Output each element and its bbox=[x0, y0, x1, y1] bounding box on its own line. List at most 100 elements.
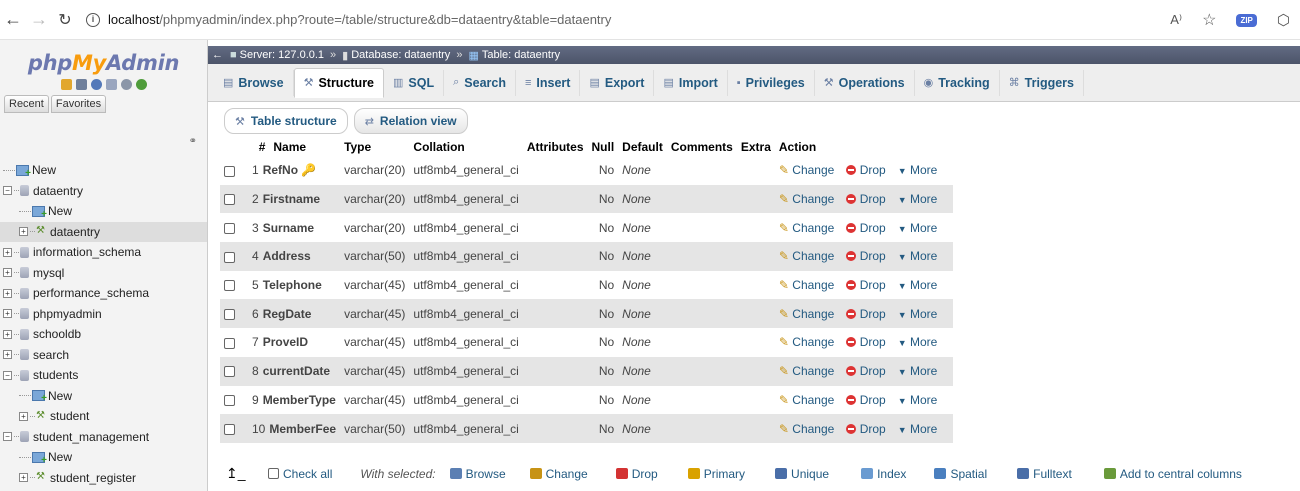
address-bar[interactable]: i localhost/phpmyadmin/index.php?route=/… bbox=[86, 12, 611, 27]
drop-link[interactable]: Drop bbox=[846, 192, 886, 206]
drop-link[interactable]: Drop bbox=[846, 422, 886, 436]
change-link[interactable]: ✎ Change bbox=[779, 422, 834, 436]
expand-icon[interactable]: + bbox=[19, 227, 28, 237]
bulk-add-to-central-columns-button[interactable]: Add to central columns bbox=[1103, 467, 1242, 481]
bulk-change-button[interactable]: Change bbox=[529, 467, 588, 481]
row-checkbox[interactable] bbox=[224, 395, 235, 407]
tree-item-New[interactable]: New bbox=[0, 386, 207, 407]
tab-sql[interactable]: ▥ SQL bbox=[384, 69, 445, 96]
expand-icon[interactable]: + bbox=[19, 473, 28, 483]
tab-tracking[interactable]: ◉ Tracking bbox=[915, 69, 1000, 96]
favorites-tab[interactable]: Favorites bbox=[50, 95, 107, 113]
tab-export[interactable]: ▤ Export bbox=[580, 69, 655, 96]
drop-link[interactable]: Drop bbox=[846, 163, 886, 177]
row-checkbox[interactable] bbox=[224, 309, 235, 321]
tree-item-phpmyadmin[interactable]: + phpmyadmin bbox=[0, 304, 207, 325]
drop-link[interactable]: Drop bbox=[846, 221, 886, 235]
more-dropdown[interactable]: ▼ More bbox=[898, 192, 938, 206]
tree-item-students[interactable]: − students bbox=[0, 365, 207, 386]
tab-browse[interactable]: ▤ Browse bbox=[214, 69, 294, 96]
more-dropdown[interactable]: ▼ More bbox=[898, 249, 938, 263]
tree-item-information-schema[interactable]: + information_schema bbox=[0, 242, 207, 263]
expand-icon[interactable]: + bbox=[19, 411, 28, 421]
change-link[interactable]: ✎ Change bbox=[779, 335, 834, 349]
forward-arrow-icon[interactable]: → bbox=[26, 9, 52, 30]
docs-icon[interactable] bbox=[105, 79, 117, 90]
row-checkbox[interactable] bbox=[224, 194, 235, 206]
drop-link[interactable]: Drop bbox=[846, 393, 886, 407]
more-dropdown[interactable]: ▼ More bbox=[898, 422, 938, 436]
more-dropdown[interactable]: ▼ More bbox=[898, 221, 938, 235]
drop-link[interactable]: Drop bbox=[846, 335, 886, 349]
bulk-browse-button[interactable]: Browse bbox=[449, 467, 506, 481]
tree-item-student-management[interactable]: − student_management bbox=[0, 427, 207, 448]
expand-icon[interactable]: + bbox=[3, 350, 12, 360]
tab-triggers[interactable]: ⌘ Triggers bbox=[1000, 69, 1084, 96]
reload-icon[interactable]: ↻ bbox=[52, 10, 78, 30]
zip-extension-icon[interactable]: ZIP bbox=[1236, 13, 1257, 27]
tab-import[interactable]: ▤ Import bbox=[654, 69, 728, 96]
drop-link[interactable]: Drop bbox=[846, 249, 886, 263]
expand-icon[interactable]: + bbox=[3, 329, 12, 339]
tab-search[interactable]: ⌕ Search bbox=[444, 69, 516, 96]
subtab-table-structure[interactable]: ⚒ Table structure bbox=[224, 108, 348, 134]
change-link[interactable]: ✎ Change bbox=[779, 249, 834, 263]
tab-privileges[interactable]: ▪ Privileges bbox=[728, 69, 815, 96]
row-checkbox[interactable] bbox=[224, 251, 235, 263]
bulk-fulltext-button[interactable]: Fulltext bbox=[1017, 467, 1072, 481]
row-checkbox[interactable] bbox=[224, 223, 235, 235]
row-checkbox[interactable] bbox=[224, 423, 235, 435]
tree-item-New[interactable]: New bbox=[0, 160, 207, 181]
breadcrumb-database[interactable]: ▮ Database: dataentry bbox=[342, 49, 450, 62]
recent-tab[interactable]: Recent bbox=[4, 95, 49, 113]
expand-icon[interactable]: + bbox=[3, 247, 12, 257]
extensions-icon[interactable]: ⬡ bbox=[1277, 11, 1290, 29]
tree-item-mysql[interactable]: + mysql bbox=[0, 263, 207, 284]
expand-icon[interactable]: + bbox=[3, 288, 12, 298]
link-icon[interactable]: ⚭ bbox=[189, 136, 197, 147]
more-dropdown[interactable]: ▼ More bbox=[898, 393, 938, 407]
collapse-icon[interactable]: ← bbox=[212, 49, 226, 61]
more-dropdown[interactable]: ▼ More bbox=[898, 335, 938, 349]
bulk-drop-button[interactable]: Drop bbox=[615, 467, 658, 481]
change-link[interactable]: ✎ Change bbox=[779, 307, 834, 321]
change-link[interactable]: ✎ Change bbox=[779, 192, 834, 206]
change-link[interactable]: ✎ Change bbox=[779, 393, 834, 407]
collapse-icon[interactable]: − bbox=[3, 432, 12, 442]
drop-link[interactable]: Drop bbox=[846, 364, 886, 378]
expand-icon[interactable]: + bbox=[3, 268, 12, 278]
more-dropdown[interactable]: ▼ More bbox=[898, 364, 938, 378]
tree-item-New[interactable]: New bbox=[0, 447, 207, 468]
row-checkbox[interactable] bbox=[224, 366, 235, 378]
change-link[interactable]: ✎ Change bbox=[779, 163, 834, 177]
check-all[interactable]: Check all bbox=[268, 467, 332, 481]
tree-item-schooldb[interactable]: + schooldb bbox=[0, 324, 207, 345]
check-all-checkbox[interactable] bbox=[268, 468, 279, 479]
tree-item-dataentry[interactable]: + ⚒ dataentry bbox=[0, 221, 207, 242]
read-aloud-icon[interactable]: A⁾ bbox=[1170, 12, 1182, 28]
change-link[interactable]: ✎ Change bbox=[779, 364, 834, 378]
drop-link[interactable]: Drop bbox=[846, 307, 886, 321]
tab-structure[interactable]: ⚒ Structure bbox=[293, 67, 385, 98]
more-dropdown[interactable]: ▼ More bbox=[898, 163, 938, 177]
bulk-primary-button[interactable]: Primary bbox=[687, 467, 745, 481]
settings-icon[interactable] bbox=[120, 79, 132, 90]
tab-operations[interactable]: ⚒ Operations bbox=[815, 69, 915, 96]
favorite-icon[interactable]: ☆ bbox=[1202, 10, 1216, 30]
row-checkbox[interactable] bbox=[224, 337, 235, 349]
bulk-index-button[interactable]: Index bbox=[861, 467, 906, 481]
tree-item-performance-schema[interactable]: + performance_schema bbox=[0, 283, 207, 304]
row-checkbox[interactable] bbox=[224, 280, 235, 292]
row-checkbox[interactable] bbox=[224, 165, 235, 177]
tree-item-search[interactable]: + search bbox=[0, 345, 207, 366]
help-icon[interactable] bbox=[90, 79, 102, 90]
change-link[interactable]: ✎ Change bbox=[779, 221, 834, 235]
reload-nav-icon[interactable] bbox=[135, 79, 147, 90]
home-icon[interactable] bbox=[60, 79, 72, 90]
tree-item-student-register[interactable]: + ⚒ student_register bbox=[0, 468, 207, 489]
back-arrow-icon[interactable]: ← bbox=[0, 9, 26, 30]
bulk-unique-button[interactable]: Unique bbox=[775, 467, 829, 481]
collapse-icon[interactable]: − bbox=[3, 186, 12, 196]
phpmyadmin-logo[interactable]: phpMyAdmin bbox=[0, 40, 207, 75]
breadcrumb-table[interactable]: ▦ Table: dataentry bbox=[468, 49, 560, 62]
